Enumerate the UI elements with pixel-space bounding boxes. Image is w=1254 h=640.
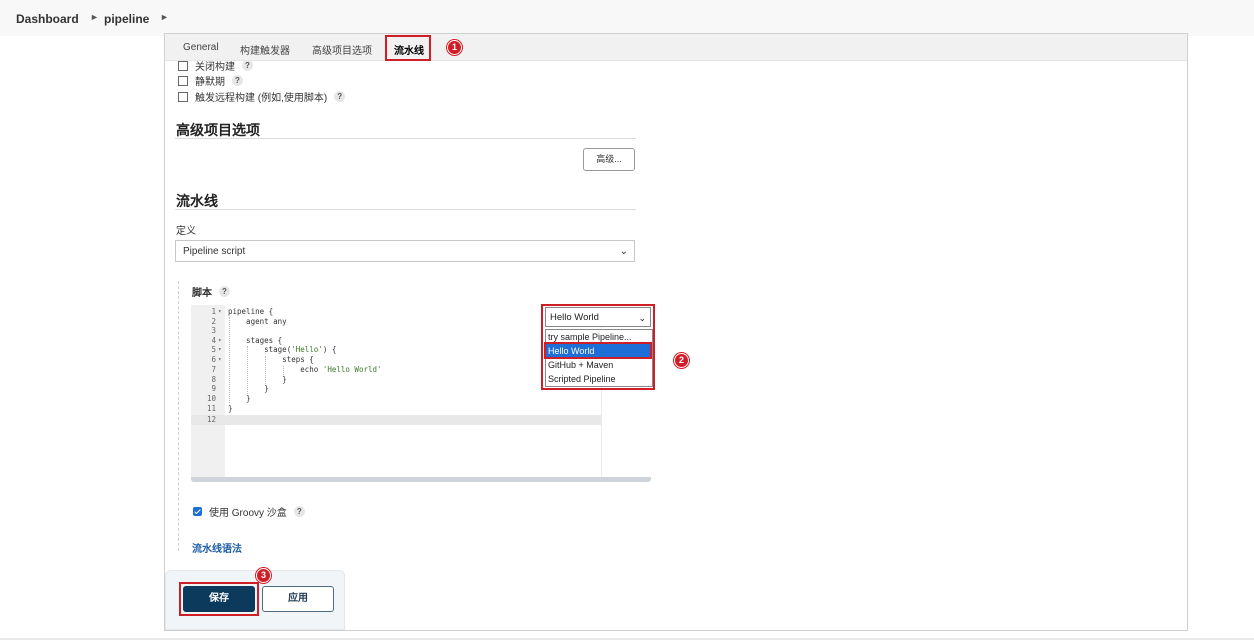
code-line: agent any [228, 317, 287, 326]
script-label: 脚本 [192, 288, 212, 299]
horizontal-scrollbar[interactable] [191, 477, 651, 482]
code-line: } [228, 375, 287, 384]
code-line: echo 'Hello World' [228, 365, 382, 374]
line-number: 12 [206, 415, 216, 424]
line-number: 5 [211, 345, 216, 354]
code-string: 'Hello' [291, 345, 323, 354]
code-line: } [228, 394, 251, 403]
checkbox-checked[interactable] [193, 507, 202, 516]
help-icon[interactable]: ? [293, 506, 305, 517]
help-icon[interactable]: ? [334, 91, 346, 102]
script-label-row: 脚本 ? [192, 284, 230, 299]
checkbox-label: 静默期 [195, 77, 225, 88]
code-line: stage('Hello') { [228, 345, 336, 354]
fold-arrow-icon[interactable]: ▾ [218, 337, 222, 344]
section-title-advanced: 高级项目选项 [176, 122, 260, 138]
chevron-right-icon[interactable]: ► [90, 12, 99, 22]
section-title-pipeline: 流水线 [176, 193, 218, 209]
checkbox-row-quiet-period[interactable]: 静默期 ? [178, 73, 243, 88]
advanced-button[interactable]: 高级... [583, 148, 635, 171]
help-icon[interactable]: ? [242, 60, 253, 71]
tab-advanced-options[interactable]: 高级项目选项 [312, 42, 372, 57]
breadcrumb-dashboard[interactable]: Dashboard [16, 12, 79, 26]
checkbox-label: 触发远程构建 (例如,使用脚本) [195, 93, 328, 104]
line-number: 6 [211, 355, 216, 364]
checkbox-row-remote-trigger[interactable]: 触发远程构建 (例如,使用脚本) ? [178, 89, 346, 104]
fold-arrow-icon[interactable]: ▾ [218, 308, 222, 315]
code-string: 'Hello World' [322, 365, 382, 374]
line-number: 4 [211, 336, 216, 345]
apply-button[interactable]: 应用 [262, 586, 334, 612]
line-number: 10 [206, 394, 216, 403]
step-badge-2: 2 [674, 353, 689, 368]
highlight-box-hello-world [544, 342, 652, 359]
tab-build-triggers[interactable]: 构建触发器 [240, 42, 290, 57]
help-icon[interactable]: ? [232, 75, 243, 86]
breadcrumb: Dashboard ► pipeline ► [0, 0, 1254, 36]
line-number: 7 [211, 365, 216, 374]
definition-value: Pipeline script [183, 246, 246, 257]
groovy-sandbox-row[interactable]: 使用 Groovy 沙盒 ? [193, 504, 305, 519]
chevron-right-icon[interactable]: ► [160, 12, 169, 22]
step-badge-3: 3 [256, 568, 271, 583]
checkbox[interactable] [178, 75, 188, 86]
code-line: } [228, 384, 269, 393]
tab-bar: General 构建触发器 高级项目选项 流水线 [165, 34, 1187, 61]
chevron-down-icon: ⌄ [619, 246, 628, 257]
code-line: steps { [228, 355, 314, 364]
section-divider [175, 138, 636, 139]
checkbox-label: 关闭构建 [195, 62, 235, 73]
definition-select[interactable]: Pipeline script ⌄ [175, 240, 635, 262]
code-text: stage( [228, 345, 292, 354]
line-number: 8 [211, 375, 216, 384]
definition-label: 定义 [176, 226, 196, 237]
line-number: 2 [211, 317, 216, 326]
code-text: echo [228, 365, 323, 374]
line-number: 3 [211, 326, 216, 335]
code-line: pipeline { [228, 307, 274, 316]
highlight-box-save [179, 582, 259, 616]
checkbox[interactable] [178, 91, 188, 102]
active-line-highlight [191, 415, 601, 425]
tab-general[interactable]: General [183, 42, 219, 53]
checkbox-row-disable-build[interactable]: 关闭构建 ? [178, 58, 253, 73]
line-number: 1 [211, 307, 216, 316]
step-badge-1: 1 [447, 40, 462, 55]
code-line: } [228, 404, 233, 413]
help-icon[interactable]: ? [219, 286, 230, 297]
code-line: stages { [228, 336, 283, 345]
groovy-sandbox-label: 使用 Groovy 沙盒 [209, 508, 287, 519]
highlight-box-pipeline-tab [385, 35, 431, 61]
line-number: 9 [211, 384, 216, 393]
pipeline-syntax-link[interactable]: 流水线语法 [192, 540, 242, 555]
fold-arrow-icon[interactable]: ▾ [218, 356, 222, 363]
script-group-border [178, 281, 179, 551]
code-text: ) { [322, 345, 337, 354]
checkbox[interactable] [178, 60, 188, 71]
section-divider [175, 209, 636, 210]
breadcrumb-pipeline[interactable]: pipeline [104, 12, 149, 26]
fold-arrow-icon[interactable]: ▾ [218, 346, 222, 353]
line-number: 11 [206, 404, 216, 413]
